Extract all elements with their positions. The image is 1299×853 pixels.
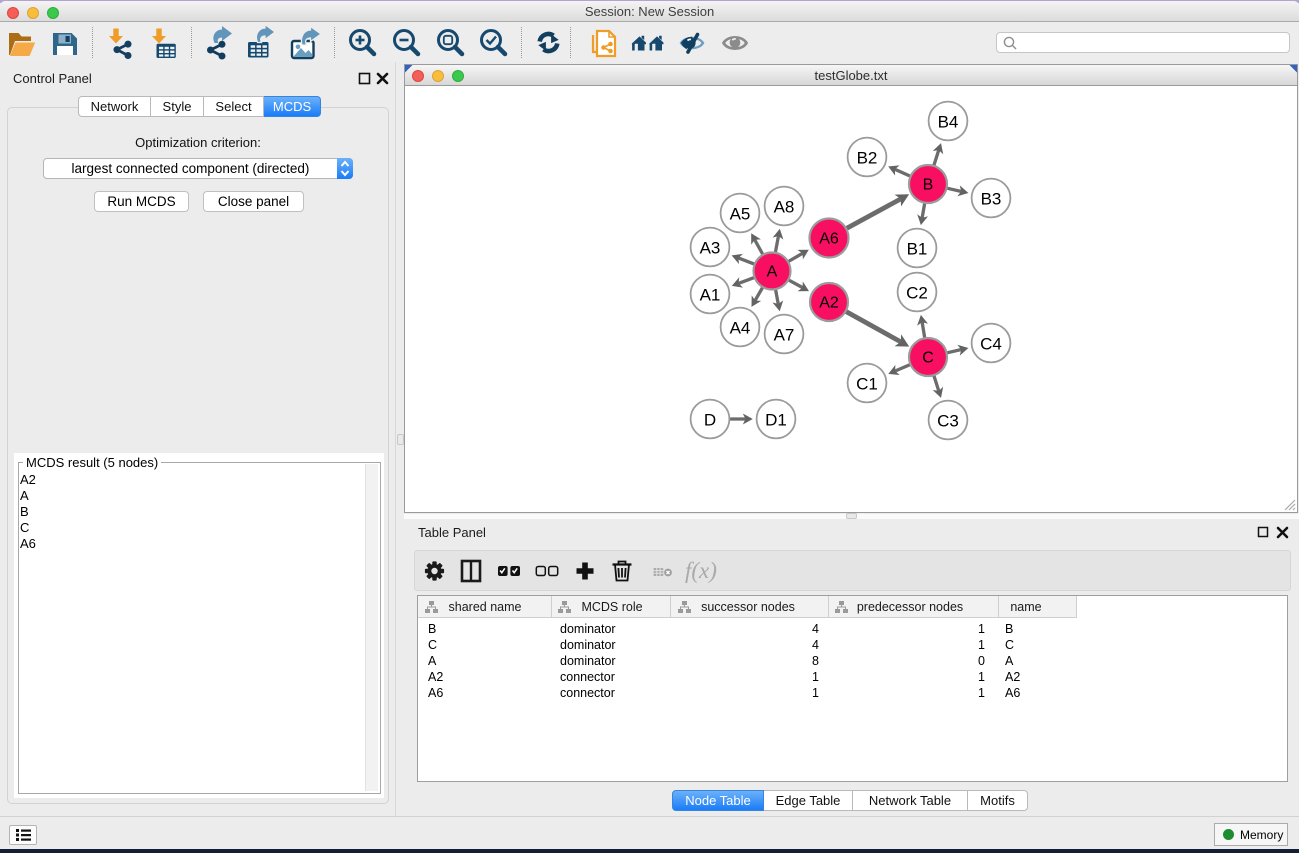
svg-text:dominator: dominator bbox=[560, 638, 616, 652]
svg-text:dominator: dominator bbox=[560, 654, 616, 668]
svg-text:4: 4 bbox=[812, 638, 819, 652]
svg-text:1: 1 bbox=[978, 622, 985, 636]
svg-text:C: C bbox=[922, 350, 934, 367]
svg-text:1: 1 bbox=[812, 686, 819, 700]
svg-text:B: B bbox=[923, 177, 934, 194]
svg-text:A3: A3 bbox=[700, 239, 721, 258]
svg-text:A6: A6 bbox=[428, 686, 443, 700]
svg-text:C2: C2 bbox=[906, 284, 928, 303]
svg-text:B1: B1 bbox=[907, 240, 928, 259]
svg-text:C3: C3 bbox=[937, 412, 959, 431]
svg-text:A6: A6 bbox=[819, 231, 839, 248]
svg-text:0: 0 bbox=[978, 654, 985, 668]
svg-text:A2: A2 bbox=[819, 295, 839, 312]
svg-text:8: 8 bbox=[812, 654, 819, 668]
svg-text:B: B bbox=[428, 622, 436, 636]
svg-text:shared name: shared name bbox=[449, 600, 522, 614]
svg-text:B: B bbox=[1005, 622, 1013, 636]
svg-text:4: 4 bbox=[812, 622, 819, 636]
svg-text:name: name bbox=[1010, 600, 1041, 614]
svg-text:connector: connector bbox=[560, 686, 615, 700]
svg-text:A4: A4 bbox=[730, 319, 751, 338]
svg-text:A2: A2 bbox=[1005, 670, 1020, 684]
svg-text:1: 1 bbox=[978, 638, 985, 652]
svg-text:A5: A5 bbox=[730, 205, 751, 224]
svg-text:A2: A2 bbox=[428, 670, 443, 684]
svg-text:A: A bbox=[767, 264, 778, 281]
svg-text:connector: connector bbox=[560, 670, 615, 684]
svg-text:A: A bbox=[428, 654, 437, 668]
svg-text:C: C bbox=[428, 638, 437, 652]
svg-text:predecessor nodes: predecessor nodes bbox=[857, 600, 963, 614]
svg-text:C: C bbox=[1005, 638, 1014, 652]
svg-text:B3: B3 bbox=[981, 190, 1002, 209]
svg-text:B4: B4 bbox=[938, 113, 959, 132]
svg-text:1: 1 bbox=[978, 670, 985, 684]
svg-text:A: A bbox=[1005, 654, 1014, 668]
svg-text:C4: C4 bbox=[980, 335, 1002, 354]
svg-text:A7: A7 bbox=[774, 326, 795, 345]
svg-text:1: 1 bbox=[812, 670, 819, 684]
svg-text:B2: B2 bbox=[857, 149, 878, 168]
svg-text:f(x): f(x) bbox=[685, 558, 717, 583]
svg-text:A1: A1 bbox=[700, 286, 721, 305]
svg-text:A8: A8 bbox=[774, 198, 795, 217]
svg-text:successor nodes: successor nodes bbox=[701, 600, 795, 614]
svg-text:C1: C1 bbox=[856, 375, 878, 394]
svg-text:D1: D1 bbox=[765, 411, 787, 430]
svg-text:D: D bbox=[704, 411, 716, 430]
svg-text:MCDS role: MCDS role bbox=[581, 600, 642, 614]
svg-text:A6: A6 bbox=[1005, 686, 1020, 700]
svg-text:1: 1 bbox=[978, 686, 985, 700]
svg-text:dominator: dominator bbox=[560, 622, 616, 636]
